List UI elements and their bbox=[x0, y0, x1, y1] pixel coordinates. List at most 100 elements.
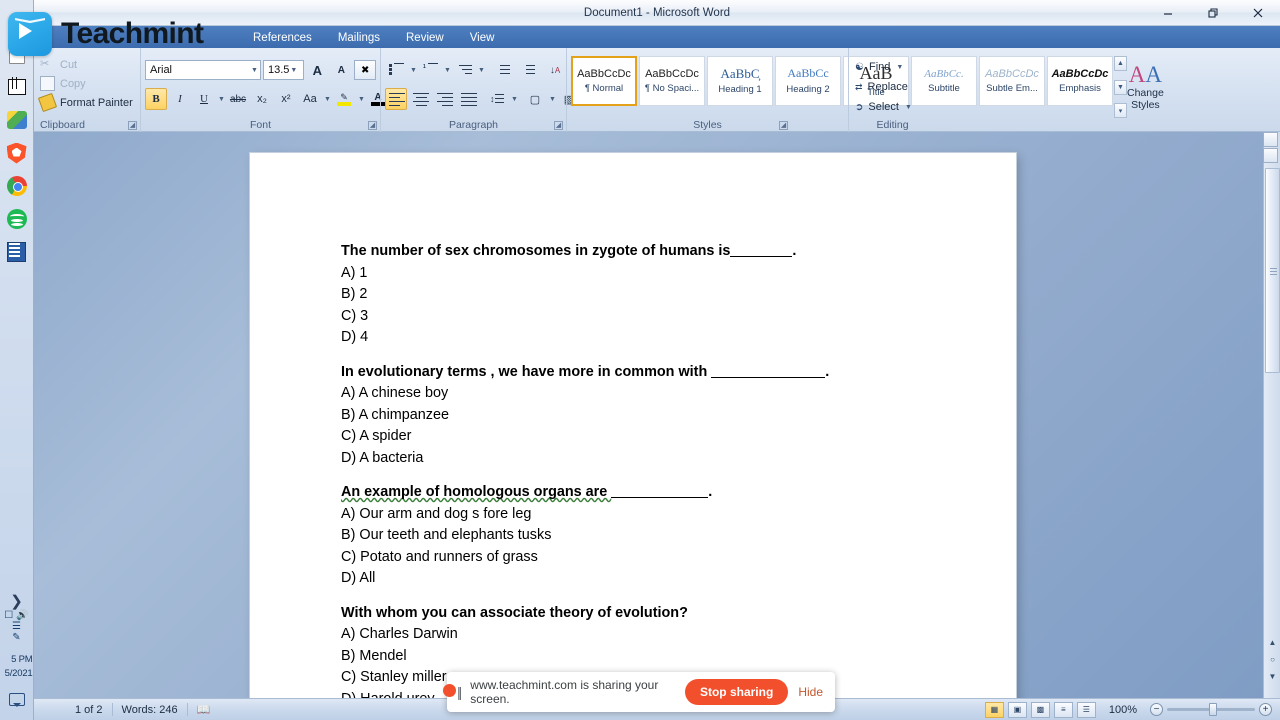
tab-mailings[interactable]: Mailings bbox=[325, 29, 393, 48]
full-screen-reading-view-icon[interactable]: ▣ bbox=[1007, 701, 1027, 718]
style-emphasis[interactable]: AaBbCcDc Emphasis bbox=[1047, 56, 1113, 106]
chevron-right-icon[interactable]: ❯ bbox=[10, 592, 23, 610]
shading-icon[interactable]: ▢ bbox=[524, 88, 546, 110]
numbering-dropdown[interactable]: ▼ bbox=[443, 59, 451, 81]
style-gallery-more-icon[interactable]: ▾ bbox=[1114, 103, 1127, 118]
underline-button[interactable]: U bbox=[193, 88, 215, 110]
scrollbar-thumb[interactable] bbox=[1265, 168, 1280, 373]
select-label: Select bbox=[868, 101, 899, 113]
hide-share-bar-button[interactable]: Hide bbox=[798, 685, 823, 699]
taskbar-clock[interactable]: 5 PM 5/2021 bbox=[0, 653, 34, 682]
proofing-errors-icon[interactable]: 📖 bbox=[188, 703, 220, 716]
style-subtle-emphasis[interactable]: AaBbCcDc Subtle Em... bbox=[979, 56, 1045, 106]
underline-dropdown[interactable]: ▼ bbox=[217, 88, 225, 110]
tab-references[interactable]: References bbox=[240, 29, 325, 48]
previous-page-icon[interactable]: ▲ bbox=[1264, 634, 1280, 650]
font-name-combobox[interactable]: Arial ▼ bbox=[145, 60, 261, 80]
monitor-icon[interactable]: ☐ bbox=[4, 610, 13, 621]
vertical-scrollbar[interactable]: ▲ ○ ▼ bbox=[1263, 132, 1280, 698]
zoom-out-button[interactable]: − bbox=[1150, 703, 1163, 716]
style-normal[interactable]: AaBbCcDc ¶ Normal bbox=[571, 56, 637, 106]
style-no-spacing[interactable]: AaBbCcDc ¶ No Spaci... bbox=[639, 56, 705, 106]
scroll-up-arrow-icon[interactable] bbox=[1263, 148, 1278, 163]
grow-font-button[interactable]: A bbox=[306, 59, 328, 81]
draft-view-icon[interactable]: ☰ bbox=[1076, 701, 1096, 718]
subscript-button[interactable]: x₂ bbox=[251, 88, 273, 110]
style-heading-2[interactable]: AaBbCc Heading 2 bbox=[775, 56, 841, 106]
photos-icon[interactable] bbox=[5, 108, 29, 132]
copy-button[interactable]: Copy bbox=[38, 74, 136, 93]
decrease-indent-icon[interactable] bbox=[492, 59, 514, 81]
line-spacing-icon[interactable]: ↕ bbox=[486, 88, 508, 110]
clipboard-dialog-launcher[interactable]: ◢ bbox=[128, 121, 137, 130]
zoom-in-button[interactable]: + bbox=[1259, 703, 1272, 716]
tab-review[interactable]: Review bbox=[393, 29, 457, 48]
align-left-icon[interactable] bbox=[385, 88, 407, 110]
zoom-slider[interactable] bbox=[1167, 703, 1255, 716]
italic-button[interactable]: I bbox=[169, 88, 191, 110]
highlight-icon[interactable]: ✎ bbox=[333, 88, 355, 110]
numbering-icon[interactable]: 1 bbox=[419, 59, 441, 81]
replace-button[interactable]: ⇄ Replace bbox=[853, 77, 932, 97]
calculator-icon[interactable] bbox=[5, 75, 29, 99]
format-painter-button[interactable]: Format Painter bbox=[37, 92, 136, 113]
clear-formatting-icon[interactable]: ✖ bbox=[354, 60, 376, 80]
brave-browser-icon[interactable] bbox=[5, 141, 29, 165]
styles-dialog-launcher[interactable]: ◢ bbox=[779, 121, 788, 130]
tab-view[interactable]: View bbox=[457, 29, 508, 48]
superscript-button[interactable]: x² bbox=[275, 88, 297, 110]
style-heading-1[interactable]: AaBbC̦ Heading 1 bbox=[707, 56, 773, 106]
spotify-icon[interactable] bbox=[5, 207, 29, 231]
font-dialog-launcher[interactable]: ◢ bbox=[368, 121, 377, 130]
shrink-font-button[interactable]: A bbox=[330, 59, 352, 81]
tray-monitor-volume[interactable]: ☐ 🔊 bbox=[4, 610, 28, 621]
next-page-icon[interactable]: ▼ bbox=[1264, 668, 1280, 684]
multilevel-list-icon[interactable] bbox=[453, 59, 475, 81]
stop-sharing-button[interactable]: Stop sharing bbox=[684, 679, 789, 705]
zoom-slider-thumb[interactable] bbox=[1209, 703, 1217, 716]
chrome-browser-icon[interactable] bbox=[5, 174, 29, 198]
scissors-icon: ✂ bbox=[40, 58, 50, 70]
bold-button[interactable]: B bbox=[145, 88, 167, 110]
bullets-icon[interactable] bbox=[385, 59, 407, 81]
style-preview: AaBbC̦ bbox=[720, 65, 760, 81]
replace-label: Replace bbox=[867, 81, 908, 93]
font-size-combobox[interactable]: 13.5 ▼ bbox=[262, 60, 305, 80]
strikethrough-button[interactable]: abc bbox=[227, 88, 249, 110]
select-browse-object-icon[interactable]: ○ bbox=[1264, 651, 1280, 667]
pen-icon[interactable]: ✎ bbox=[12, 632, 20, 643]
blue-app-icon[interactable] bbox=[5, 240, 29, 264]
print-layout-view-icon[interactable]: ▦ bbox=[984, 701, 1004, 718]
page-indicator[interactable]: 1 of 2 bbox=[66, 704, 112, 716]
find-button[interactable]: ☯ Find ▼ bbox=[853, 57, 932, 77]
align-center-icon[interactable] bbox=[409, 88, 431, 110]
bullets-dropdown[interactable]: ▼ bbox=[409, 59, 417, 81]
align-right-icon[interactable] bbox=[433, 88, 455, 110]
sort-icon[interactable]: ↓ A bbox=[544, 59, 566, 81]
line-spacing-dropdown[interactable]: ▼ bbox=[510, 88, 518, 110]
document-page[interactable]: The number of sex chromosomes in zygote … bbox=[250, 153, 1016, 698]
volume-icon[interactable]: 🔊 bbox=[16, 610, 28, 621]
web-layout-view-icon[interactable]: ▩ bbox=[1030, 701, 1050, 718]
network-icon[interactable]: ☰ bbox=[12, 621, 21, 632]
shading-dropdown[interactable]: ▼ bbox=[548, 88, 556, 110]
share-indicator-dot bbox=[443, 684, 456, 697]
zoom-level[interactable]: 100% bbox=[1100, 704, 1146, 716]
font-name-value: Arial bbox=[150, 64, 173, 76]
paragraph-dialog-launcher[interactable]: ◢ bbox=[554, 121, 563, 130]
select-button[interactable]: ➲ Select ▼ bbox=[853, 97, 932, 117]
style-scroll-up-icon[interactable]: ▲ bbox=[1114, 56, 1127, 71]
word-count[interactable]: Words: 246 bbox=[113, 704, 187, 716]
multilevel-dropdown[interactable]: ▼ bbox=[477, 59, 485, 81]
cut-button[interactable]: ✂ Cut bbox=[38, 55, 136, 74]
outline-view-icon[interactable]: ≡ bbox=[1053, 701, 1073, 718]
increase-indent-icon[interactable] bbox=[516, 59, 538, 81]
change-case-button[interactable]: Aa bbox=[299, 88, 321, 110]
change-styles-button[interactable]: AA Change Styles bbox=[1127, 56, 1164, 118]
scroll-split-icon[interactable] bbox=[1263, 132, 1278, 147]
change-case-dropdown[interactable]: ▼ bbox=[323, 88, 331, 110]
notification-icon[interactable] bbox=[8, 693, 25, 707]
highlight-dropdown[interactable]: ▼ bbox=[357, 88, 365, 110]
justify-icon[interactable] bbox=[457, 88, 479, 110]
style-scroll-down-icon[interactable]: ▼ bbox=[1114, 79, 1127, 95]
